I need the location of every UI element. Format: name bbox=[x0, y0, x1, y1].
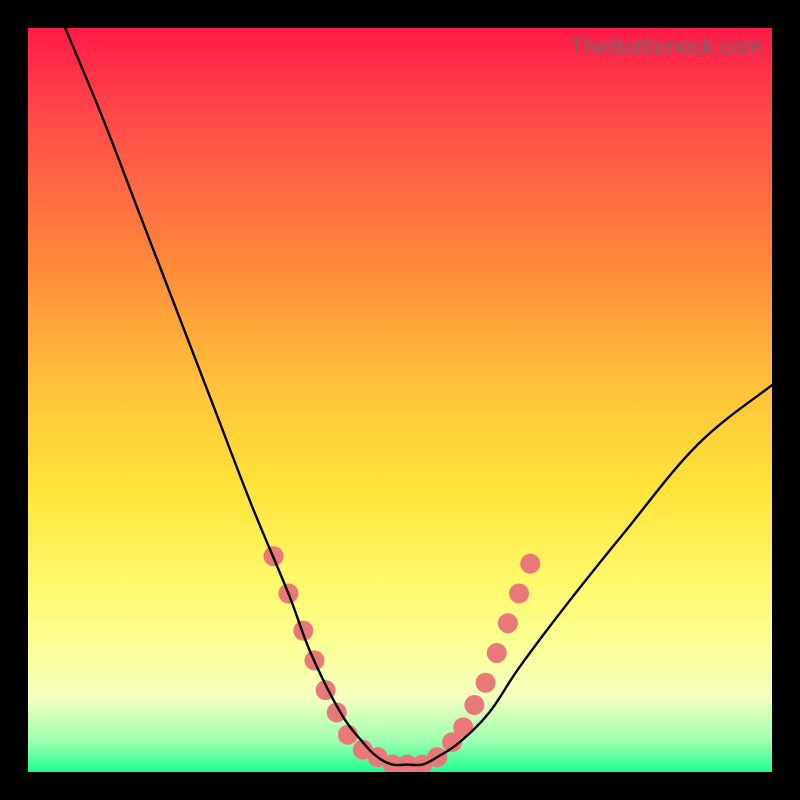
curve-marker bbox=[487, 643, 507, 663]
curve-marker bbox=[453, 717, 473, 737]
bottleneck-curve bbox=[65, 28, 772, 765]
curve-marker bbox=[509, 583, 529, 603]
curve-marker bbox=[520, 554, 540, 574]
markers-group bbox=[264, 546, 541, 772]
outer-frame: TheBottleneck.com bbox=[0, 0, 800, 800]
plot-area: TheBottleneck.com bbox=[28, 28, 772, 772]
curve-marker bbox=[498, 613, 518, 633]
curve-marker bbox=[464, 695, 484, 715]
chart-svg bbox=[28, 28, 772, 772]
curve-marker bbox=[476, 673, 496, 693]
